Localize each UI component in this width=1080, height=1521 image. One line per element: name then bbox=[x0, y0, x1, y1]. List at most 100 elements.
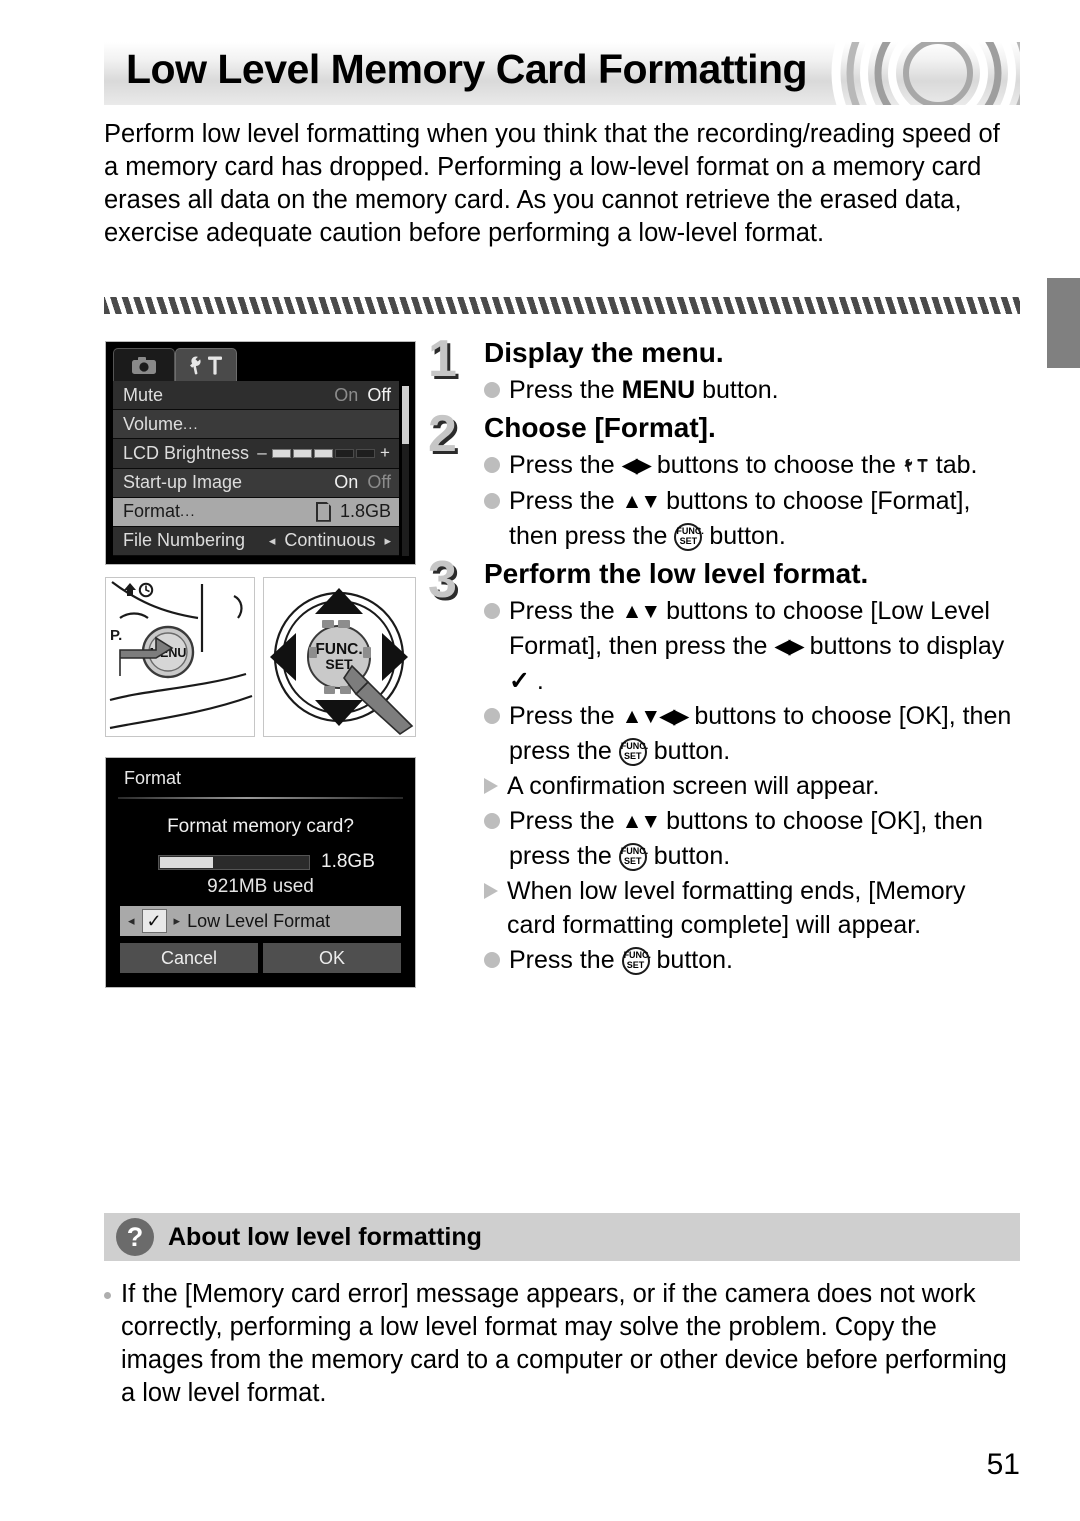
file-numbering-value: Continuous bbox=[284, 530, 376, 551]
menu-tab-settings[interactable] bbox=[175, 348, 237, 381]
chevron-right-icon[interactable]: ▸ bbox=[384, 533, 391, 549]
func-set-button-icon: FUNC. SET bbox=[618, 843, 648, 871]
capacity-total-label: 1.8GB bbox=[321, 851, 375, 872]
menu-item-startup-image[interactable]: Start-up Image On Off bbox=[113, 468, 399, 498]
left-right-arrows-icon: ◀▶ bbox=[621, 454, 652, 477]
up-down-arrows-icon: ▲▼ bbox=[621, 705, 662, 728]
instruction-text: A confirmation screen will appear. bbox=[507, 769, 1020, 803]
format-dialog-title: Format bbox=[124, 768, 182, 788]
text-run: Press the bbox=[509, 807, 622, 835]
menu-scrollbar-thumb[interactable] bbox=[402, 386, 409, 444]
capacity-progress-fill bbox=[160, 856, 213, 868]
menu-item-volume[interactable]: Volume... bbox=[113, 410, 399, 440]
brightness-segment bbox=[335, 448, 354, 458]
about-section-title: About low level formatting bbox=[168, 1222, 482, 1251]
brightness-segment bbox=[272, 448, 291, 458]
text-run: button. bbox=[649, 946, 733, 974]
menu-item-format[interactable]: Format... 1.8GB bbox=[113, 497, 399, 527]
menu-item-ellipsis: ... bbox=[183, 415, 199, 433]
func-set-button-icon: FUNC. SET bbox=[674, 523, 704, 551]
menu-item-label: Start-up Image bbox=[123, 472, 243, 493]
low-level-format-label: Low Level Format bbox=[187, 910, 331, 931]
page-number: 51 bbox=[986, 1448, 1020, 1481]
cancel-button[interactable]: Cancel bbox=[120, 943, 258, 973]
instruction-text: Press the ▲▼◀▶ buttons to choose [OK], t… bbox=[509, 699, 1020, 768]
step-block: 3 Perform the low level format. Press the … bbox=[428, 554, 1020, 977]
up-arrow bbox=[315, 588, 363, 614]
check-icon: ✓ bbox=[509, 667, 530, 695]
format-dialog-question: Format memory card? bbox=[167, 816, 354, 837]
about-paragraph: If the [Memory card error] message appea… bbox=[121, 1280, 1007, 1407]
chevron-right-icon[interactable]: ▸ bbox=[174, 913, 181, 929]
text-run: When low level formatting ends, [Memory … bbox=[507, 877, 966, 939]
text-run: button. bbox=[702, 522, 786, 550]
menu-tab-shooting[interactable] bbox=[113, 348, 175, 381]
step-block: 1 Display the menu. Press the MENU button. bbox=[428, 330, 1020, 407]
menu-button-glyph: MENU bbox=[621, 376, 696, 404]
mute-on-value: On bbox=[334, 384, 359, 405]
step-bullet-list: Press the MENU button. bbox=[484, 373, 1020, 407]
instruction-text: Press the ▲▼ buttons to choose [OK], the… bbox=[509, 804, 1020, 873]
text-run: A confirmation screen will appear. bbox=[507, 772, 880, 800]
about-section-body: If the [Memory card error] message appea… bbox=[104, 1278, 1020, 1410]
menu-item-ellipsis: ... bbox=[180, 503, 196, 521]
text-run: Press the bbox=[509, 376, 622, 404]
menu-item-value: 1.8GB bbox=[315, 501, 391, 522]
format-capacity-row: 1.8GB bbox=[158, 851, 375, 873]
menu-item-file-numbering[interactable]: File Numbering ◂ Continuous ▸ bbox=[113, 526, 399, 557]
instruction-line: Press the ▲▼ buttons to choose [OK], the… bbox=[484, 804, 1020, 873]
low-level-format-option[interactable]: ◂ ✓ ▸ Low Level Format bbox=[120, 906, 401, 936]
text-run: . bbox=[529, 667, 544, 695]
question-mark-icon: ? bbox=[116, 1218, 154, 1256]
step-heading: Choose [Format]. bbox=[484, 412, 716, 443]
up-down-arrows-icon: ▲▼ bbox=[621, 600, 662, 623]
func-set-button-icon: FUNC. SET bbox=[621, 947, 651, 975]
menu-item-value: On Off bbox=[334, 385, 391, 406]
step-block: 2 Choose [Format]. Press the ◀▶ buttons to… bbox=[428, 405, 1020, 553]
check-icon[interactable]: ✓ bbox=[141, 909, 167, 933]
brightness-slider[interactable]: – + bbox=[256, 443, 391, 463]
instruction-line: A confirmation screen will appear. bbox=[484, 769, 1020, 803]
text-run: button. bbox=[695, 376, 779, 404]
instruction-line: Press the ▲▼ buttons to choose [Low Leve… bbox=[484, 594, 1020, 698]
chevron-left-icon[interactable]: ◂ bbox=[128, 913, 135, 929]
instruction-text: Press the ◀▶ buttons to choose the tab. bbox=[509, 448, 1020, 483]
instruction-text: When low level formatting ends, [Memory … bbox=[507, 874, 1020, 942]
bullet-dot-icon bbox=[484, 813, 500, 829]
text-run: buttons to display bbox=[802, 632, 1005, 660]
bullet-dot-icon bbox=[484, 708, 500, 724]
bullet-dot-icon bbox=[484, 493, 500, 509]
brightness-segments bbox=[272, 448, 375, 458]
menu-item-mute[interactable]: Mute On Off bbox=[113, 381, 399, 411]
instruction-text: Press the ▲▼ buttons to choose [Format],… bbox=[509, 484, 1020, 553]
menu-item-value: – + bbox=[256, 443, 391, 463]
menu-scrollbar[interactable] bbox=[402, 386, 409, 556]
brightness-minus-label: – bbox=[257, 443, 267, 463]
instruction-line: Press the FUNC. SET button. bbox=[484, 943, 1020, 977]
menu-item-label: LCD Brightness bbox=[123, 442, 250, 463]
text-run: Press the bbox=[509, 597, 622, 625]
text-run: tab. bbox=[928, 451, 978, 479]
ok-button[interactable]: OK bbox=[263, 943, 401, 973]
brightness-segment bbox=[293, 448, 312, 458]
bullet-dot-icon bbox=[484, 457, 500, 473]
instruction-line: When low level formatting ends, [Memory … bbox=[484, 874, 1020, 942]
illustration-menu-button: P. MENU bbox=[105, 577, 255, 737]
step-heading: Perform the low level format. bbox=[484, 558, 869, 589]
bullet-dot-icon bbox=[484, 382, 500, 398]
instruction-line: Press the ◀▶ buttons to choose the tab. bbox=[484, 448, 1020, 483]
menu-item-value: On Off bbox=[334, 472, 391, 493]
menu-item-lcd-brightness[interactable]: LCD Brightness – + bbox=[113, 439, 399, 469]
format-dialog-screenshot: Format Format memory card? 1.8GB 921MB u… bbox=[105, 757, 416, 988]
startup-on-value: On bbox=[334, 472, 359, 493]
step-number: 2 bbox=[428, 405, 457, 463]
camera-menu-screenshot: Mute On Off Volume... LCD Brightness – +… bbox=[105, 341, 416, 565]
page-index-tab bbox=[1047, 278, 1080, 368]
chevron-left-icon[interactable]: ◂ bbox=[269, 533, 276, 549]
section-divider bbox=[104, 297, 1020, 314]
menu-item-label: File Numbering bbox=[123, 530, 246, 551]
down-arrow bbox=[315, 700, 363, 726]
step-number: 1 bbox=[428, 330, 457, 388]
camera-icon bbox=[132, 356, 156, 374]
format-capacity-value: 1.8GB bbox=[339, 501, 391, 522]
